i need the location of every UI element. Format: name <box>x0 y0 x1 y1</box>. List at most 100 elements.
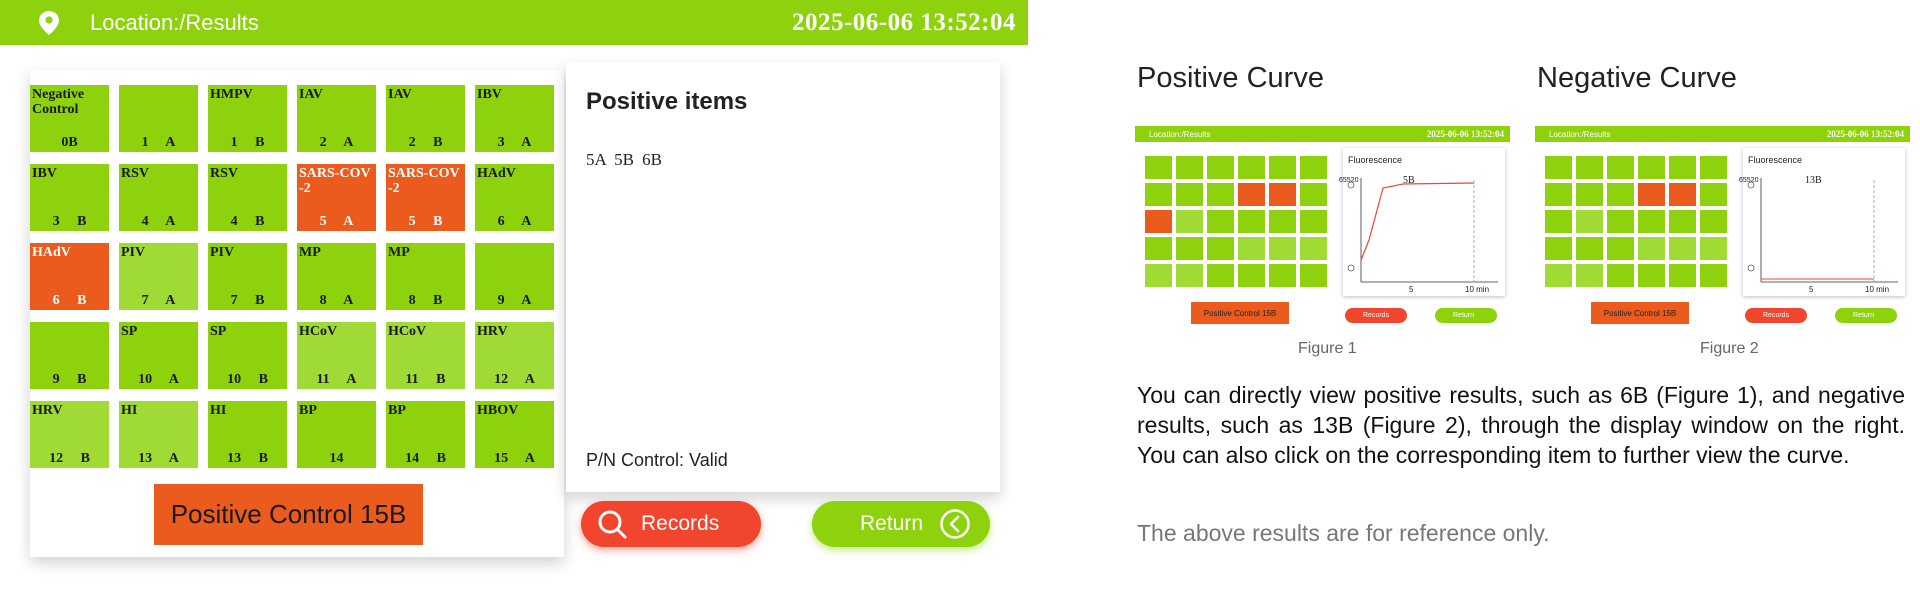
well-cell[interactable]: SP 10 A <box>119 322 198 389</box>
positive-items-panel: Positive items 5A 5B 6B P/N Control: Val… <box>566 62 1000 492</box>
well-cell[interactable]: IBV 3 B <box>30 164 109 231</box>
well-name: HRV <box>32 403 63 418</box>
well-name: HCoV <box>299 324 338 339</box>
well-cell[interactable]: RSV 4 A <box>119 164 198 231</box>
well-cell[interactable]: PIV 7 B <box>208 243 287 310</box>
well-id: 10 A <box>138 372 179 387</box>
well-id: 2 A <box>319 135 354 150</box>
datetime: 2025-06-06 13:52:04 <box>791 8 1016 36</box>
thumb-well-cell <box>1700 210 1727 233</box>
thumb-well-cell <box>1545 210 1572 233</box>
thumb-well-cell <box>1145 264 1172 287</box>
return-button[interactable]: Return <box>812 501 990 547</box>
well-id: 3 B <box>52 214 87 229</box>
well-cell[interactable]: 9 A <box>475 243 554 310</box>
well-cell[interactable]: RSV 4 B <box>208 164 287 231</box>
thumb-well-cell <box>1238 183 1265 206</box>
well-cell[interactable]: HCoV 11 A <box>297 322 376 389</box>
thumb-location: Location:/Results <box>1149 129 1211 139</box>
well-cell[interactable]: HRV 12 B <box>30 401 109 468</box>
well-id: 4 A <box>141 214 176 229</box>
well-id: 3 A <box>497 135 532 150</box>
well-name: MP <box>299 245 321 260</box>
thumb-well-cell <box>1669 237 1696 260</box>
well-cell[interactable]: IAV 2 B <box>386 85 465 152</box>
well-cell[interactable]: 1 A <box>119 85 198 152</box>
well-cell[interactable]: HI 13 A <box>119 401 198 468</box>
figure-1-screenshot: Location:/Results 2025-06-06 13:52:04 Posi… <box>1135 126 1510 328</box>
thumb-well-cell <box>1576 183 1603 206</box>
thumb-well-cell <box>1638 183 1665 206</box>
well-cell[interactable]: 9 B <box>30 322 109 389</box>
well-cell[interactable]: SARS-COV -2 5 B <box>386 164 465 231</box>
thumb-well-cell <box>1576 156 1603 179</box>
thumb-well-cell <box>1145 156 1172 179</box>
well-name: HI <box>210 403 227 418</box>
thumb-curve-plot <box>1747 178 1898 283</box>
well-cell[interactable]: SP 10 B <box>208 322 287 389</box>
thumb-well-cell <box>1607 183 1634 206</box>
well-cell[interactable]: PIV 7 A <box>119 243 198 310</box>
thumb-well-cell <box>1700 183 1727 206</box>
thumb-return-button: Return <box>1435 308 1497 323</box>
well-name: SARS-COV -2 <box>388 166 460 196</box>
thumb-well-cell <box>1300 210 1327 233</box>
well-cell[interactable]: HRV 12 A <box>475 322 554 389</box>
well-cell[interactable]: HAdV 6 B <box>30 243 109 310</box>
well-cell[interactable]: HCoV 11 B <box>386 322 465 389</box>
well-id: 9 B <box>52 372 87 387</box>
thumb-well-cell <box>1207 237 1234 260</box>
location-path: Location:/Results <box>90 9 259 35</box>
thumb-grid <box>1545 156 1731 356</box>
thumb-datetime: 2025-06-06 13:52:04 <box>1826 129 1904 139</box>
positive-curve-heading: Positive Curve <box>1137 62 1324 94</box>
thumb-curve-plot <box>1347 178 1498 283</box>
positive-items-list: 5A 5B 6B <box>586 150 663 169</box>
records-button[interactable]: Records <box>581 501 761 547</box>
well-name: HRV <box>477 324 508 339</box>
well-id: 7 B <box>230 293 265 308</box>
well-cell[interactable]: HBOV 15 A <box>475 401 554 468</box>
thumb-positive-control: Positive Control 15B <box>1191 302 1289 324</box>
thumb-well-cell <box>1269 264 1296 287</box>
thumb-well-cell <box>1238 210 1265 233</box>
pn-control-status: P/N Control: Valid <box>586 450 728 470</box>
well-id: 4 B <box>230 214 265 229</box>
thumb-well-cell <box>1545 183 1572 206</box>
well-name: IAV <box>388 87 412 102</box>
well-id: 0B <box>61 135 78 150</box>
well-cell[interactable]: HI 13 B <box>208 401 287 468</box>
well-id: 1 A <box>141 135 176 150</box>
well-cell[interactable]: BP 14 <box>297 401 376 468</box>
well-name: SARS-COV -2 <box>299 166 371 196</box>
well-name: RSV <box>121 166 150 181</box>
well-cell[interactable]: BP 14 B <box>386 401 465 468</box>
well-name: BP <box>388 403 406 418</box>
description-text: You can directly view positive results, … <box>1137 382 1905 468</box>
thumb-well-cell <box>1669 210 1696 233</box>
thumb-well-cell <box>1607 237 1634 260</box>
well-id: 10 B <box>227 372 268 387</box>
well-cell[interactable]: HMPV 1 B <box>208 85 287 152</box>
well-cell[interactable]: MP 8 A <box>297 243 376 310</box>
well-name: MP <box>388 245 410 260</box>
thumb-records-button: Records <box>1745 308 1807 323</box>
well-cell[interactable]: MP 8 B <box>386 243 465 310</box>
thumb-well-cell <box>1145 237 1172 260</box>
thumb-well-cell <box>1638 210 1665 233</box>
positive-control-button[interactable]: Positive Control 15B <box>154 484 423 545</box>
thumb-well-cell <box>1238 264 1265 287</box>
well-name: HI <box>121 403 138 418</box>
well-cell[interactable]: SARS-COV -2 5 A <box>297 164 376 231</box>
well-cell[interactable]: IBV 3 A <box>475 85 554 152</box>
thumb-well-cell <box>1638 264 1665 287</box>
thumb-well-cell <box>1576 237 1603 260</box>
well-cell[interactable]: IAV 2 A <box>297 85 376 152</box>
well-cell[interactable]: HAdV 6 A <box>475 164 554 231</box>
well-name: SP <box>210 324 227 339</box>
well-id: 15 A <box>494 451 535 466</box>
well-id: 9 A <box>497 293 532 308</box>
well-name: SP <box>121 324 138 339</box>
well-cell[interactable]: Negative Control 0B <box>30 85 109 152</box>
return-label: Return <box>860 512 924 535</box>
